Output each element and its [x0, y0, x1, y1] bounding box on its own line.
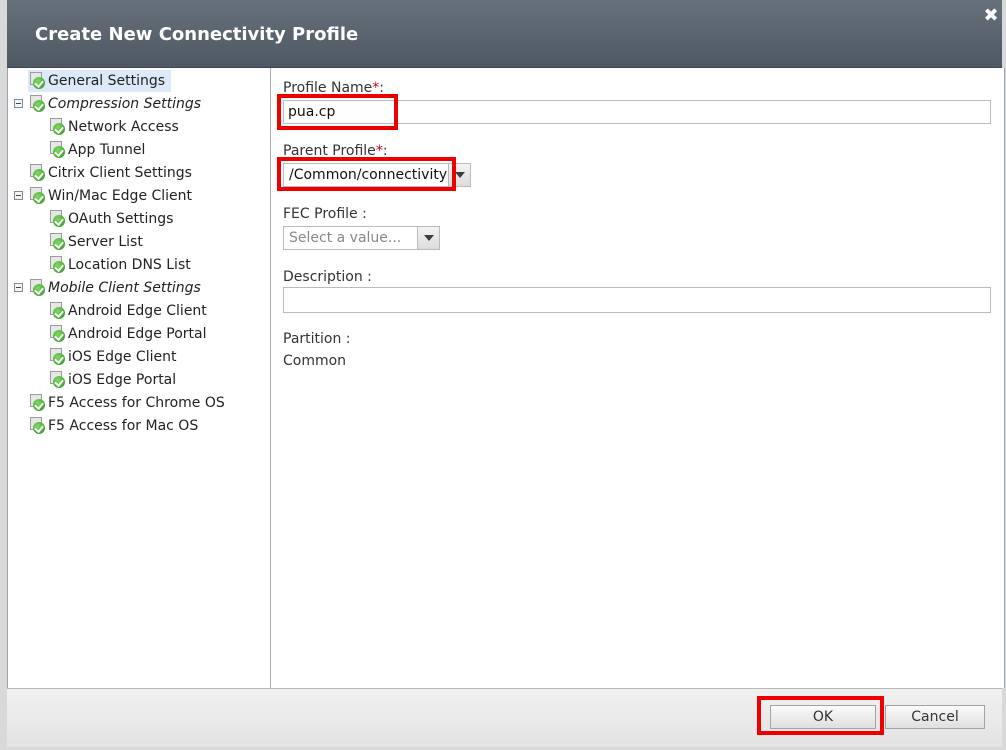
tree-item-content[interactable]: Server List [48, 231, 149, 253]
collapse-toggle-icon[interactable] [14, 283, 23, 292]
dialog-titlebar: Create New Connectivity Profile ✖ [7, 0, 1002, 68]
dialog-footer: OK Cancel [7, 688, 1002, 747]
tree-item-content[interactable]: Android Edge Client [48, 300, 213, 322]
tree-item-label: Mobile Client Settings [48, 280, 201, 296]
tree-item-label: Citrix Client Settings [48, 165, 192, 181]
tree-item[interactable]: Citrix Client Settings [8, 162, 270, 184]
settings-check-icon [28, 393, 46, 411]
tree-item[interactable]: App Tunnel [8, 139, 270, 161]
description-input[interactable] [283, 287, 991, 313]
tree-item-content[interactable]: Location DNS List [48, 254, 197, 276]
tree-item-label: F5 Access for Chrome OS [48, 395, 225, 411]
cancel-button[interactable]: Cancel [885, 705, 985, 729]
tree-item-label: Win/Mac Edge Client [48, 188, 193, 204]
collapse-toggle-icon[interactable] [14, 99, 23, 108]
dialog-body: General Settings Compression Settings Netw… [7, 68, 1005, 688]
settings-check-icon [28, 186, 46, 204]
profile-form: Profile Name*: Parent Profile*: /Common/… [283, 68, 995, 688]
partition-value: Common [283, 353, 347, 369]
tree-item[interactable]: Network Access [8, 116, 270, 138]
tree-item-content[interactable]: Mobile Client Settings [28, 277, 207, 299]
tree-item-label: Android Edge Client [68, 303, 207, 319]
settings-check-icon [28, 278, 46, 296]
chevron-down-icon[interactable] [417, 227, 439, 249]
tree-item[interactable]: General Settings [8, 70, 270, 92]
tree-item-label: Android Edge Portal [68, 326, 207, 342]
settings-check-icon [48, 140, 66, 158]
settings-check-icon [28, 94, 46, 112]
tree-item-content[interactable]: Compression Settings [28, 93, 207, 115]
settings-check-icon [48, 209, 66, 227]
tree-item-label: OAuth Settings [68, 211, 174, 227]
tree-item-content[interactable]: F5 Access for Chrome OS [28, 392, 231, 414]
close-icon[interactable]: ✖ [983, 7, 999, 25]
settings-check-icon [48, 301, 66, 319]
settings-tree: General Settings Compression Settings Netw… [8, 68, 271, 688]
tree-item-label: Location DNS List [68, 257, 191, 273]
tree-item[interactable]: OAuth Settings [8, 208, 270, 230]
connectivity-profile-dialog: Create New Connectivity Profile ✖ Genera… [0, 0, 1006, 750]
tree-item-content[interactable]: App Tunnel [48, 139, 151, 161]
tree-item-content[interactable]: Citrix Client Settings [28, 162, 198, 184]
profile-name-input[interactable] [283, 100, 991, 124]
tree-item[interactable]: F5 Access for Chrome OS [8, 392, 270, 414]
settings-check-icon [48, 117, 66, 135]
parent-profile-select[interactable]: /Common/connectivity [283, 163, 471, 187]
tree-item-content[interactable]: Win/Mac Edge Client [28, 185, 198, 207]
tree-item-label: Server List [68, 234, 143, 250]
settings-check-icon [48, 232, 66, 250]
dialog-title: Create New Connectivity Profile [35, 24, 359, 45]
tree-item[interactable]: Android Edge Portal [8, 323, 270, 345]
fec-profile-label: FEC Profile : [283, 206, 367, 222]
tree-item-content[interactable]: F5 Access for Mac OS [28, 415, 204, 437]
settings-check-icon [28, 163, 46, 181]
tree-item-content[interactable]: Network Access [48, 116, 185, 138]
partition-label: Partition : [283, 331, 351, 347]
tree-item-content[interactable]: iOS Edge Client [48, 346, 182, 368]
parent-profile-value: /Common/connectivity [289, 167, 448, 183]
tree-item[interactable]: iOS Edge Portal [8, 369, 270, 391]
tree-item-label: App Tunnel [68, 142, 146, 158]
ok-button[interactable]: OK [770, 705, 876, 729]
tree-item[interactable]: Android Edge Client [8, 300, 270, 322]
settings-check-icon [28, 416, 46, 434]
tree-item[interactable]: Compression Settings [8, 93, 270, 115]
settings-check-icon [48, 324, 66, 342]
tree-item-label: F5 Access for Mac OS [48, 418, 199, 434]
fec-profile-select[interactable]: Select a value... [283, 226, 440, 250]
tree-item-content[interactable]: General Settings [28, 70, 172, 92]
tree-item[interactable]: Server List [8, 231, 270, 253]
collapse-toggle-icon[interactable] [14, 191, 23, 200]
tree-item-content[interactable]: iOS Edge Portal [48, 369, 182, 391]
tree-item-label: Network Access [68, 119, 179, 135]
tree-item[interactable]: Location DNS List [8, 254, 270, 276]
parent-profile-label: Parent Profile*: [283, 143, 388, 159]
tree-item[interactable]: iOS Edge Client [8, 346, 270, 368]
tree-item-content[interactable]: Android Edge Portal [48, 323, 212, 345]
settings-check-icon [28, 71, 46, 89]
tree-item[interactable]: Mobile Client Settings [8, 277, 270, 299]
tree-item-label: iOS Edge Portal [68, 372, 177, 388]
description-label: Description : [283, 269, 372, 285]
tree-item[interactable]: F5 Access for Mac OS [8, 415, 270, 437]
tree-item-content[interactable]: OAuth Settings [48, 208, 179, 230]
tree-item-label: iOS Edge Client [68, 349, 177, 365]
settings-check-icon [48, 347, 66, 365]
tree-item-label: General Settings [48, 73, 166, 89]
profile-name-label: Profile Name*: [283, 80, 385, 96]
chevron-down-icon[interactable] [448, 164, 470, 186]
settings-check-icon [48, 370, 66, 388]
tree-item[interactable]: Win/Mac Edge Client [8, 185, 270, 207]
tree-item-label: Compression Settings [48, 96, 202, 112]
settings-check-icon [48, 255, 66, 273]
fec-profile-placeholder: Select a value... [289, 230, 402, 246]
